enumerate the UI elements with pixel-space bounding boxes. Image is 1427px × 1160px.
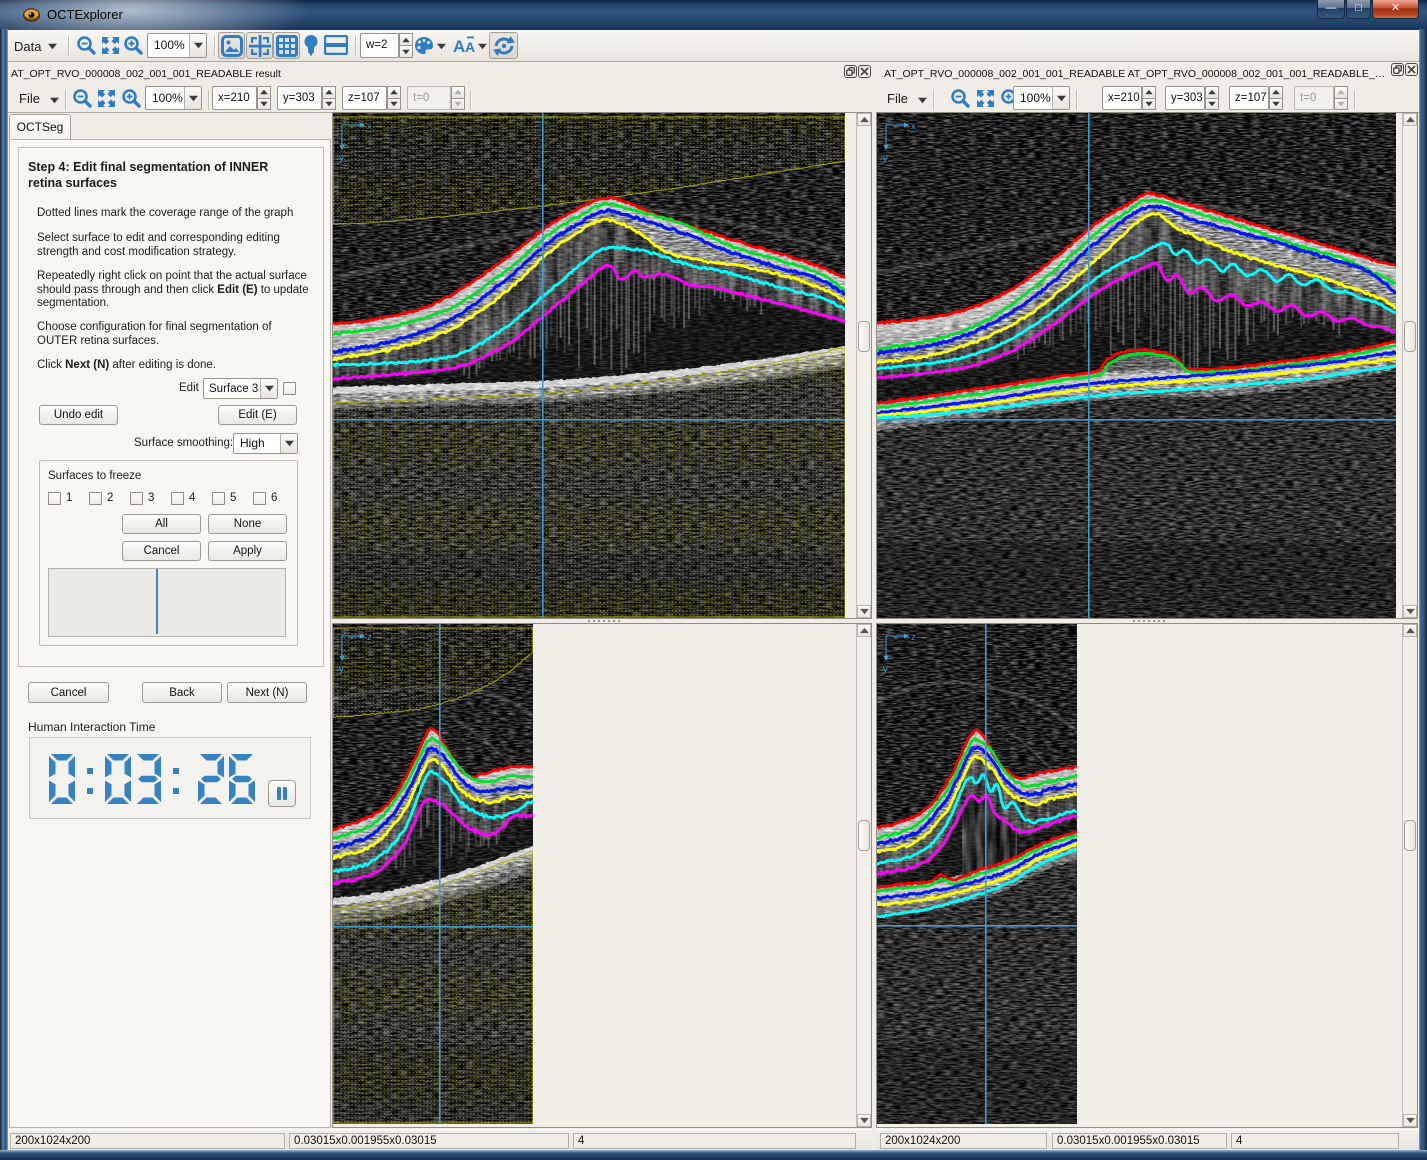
- svg-text:z: z: [367, 632, 372, 643]
- svg-text:A: A: [465, 39, 475, 55]
- svg-text:y: y: [339, 664, 344, 675]
- svg-text:y: y: [883, 664, 888, 675]
- svg-text:x: x: [911, 121, 916, 132]
- svg-text:x: x: [367, 121, 372, 132]
- svg-text:z: z: [911, 632, 916, 643]
- svg-text:A: A: [453, 37, 465, 56]
- svg-text:y: y: [883, 153, 888, 164]
- svg-text:y: y: [339, 153, 344, 164]
